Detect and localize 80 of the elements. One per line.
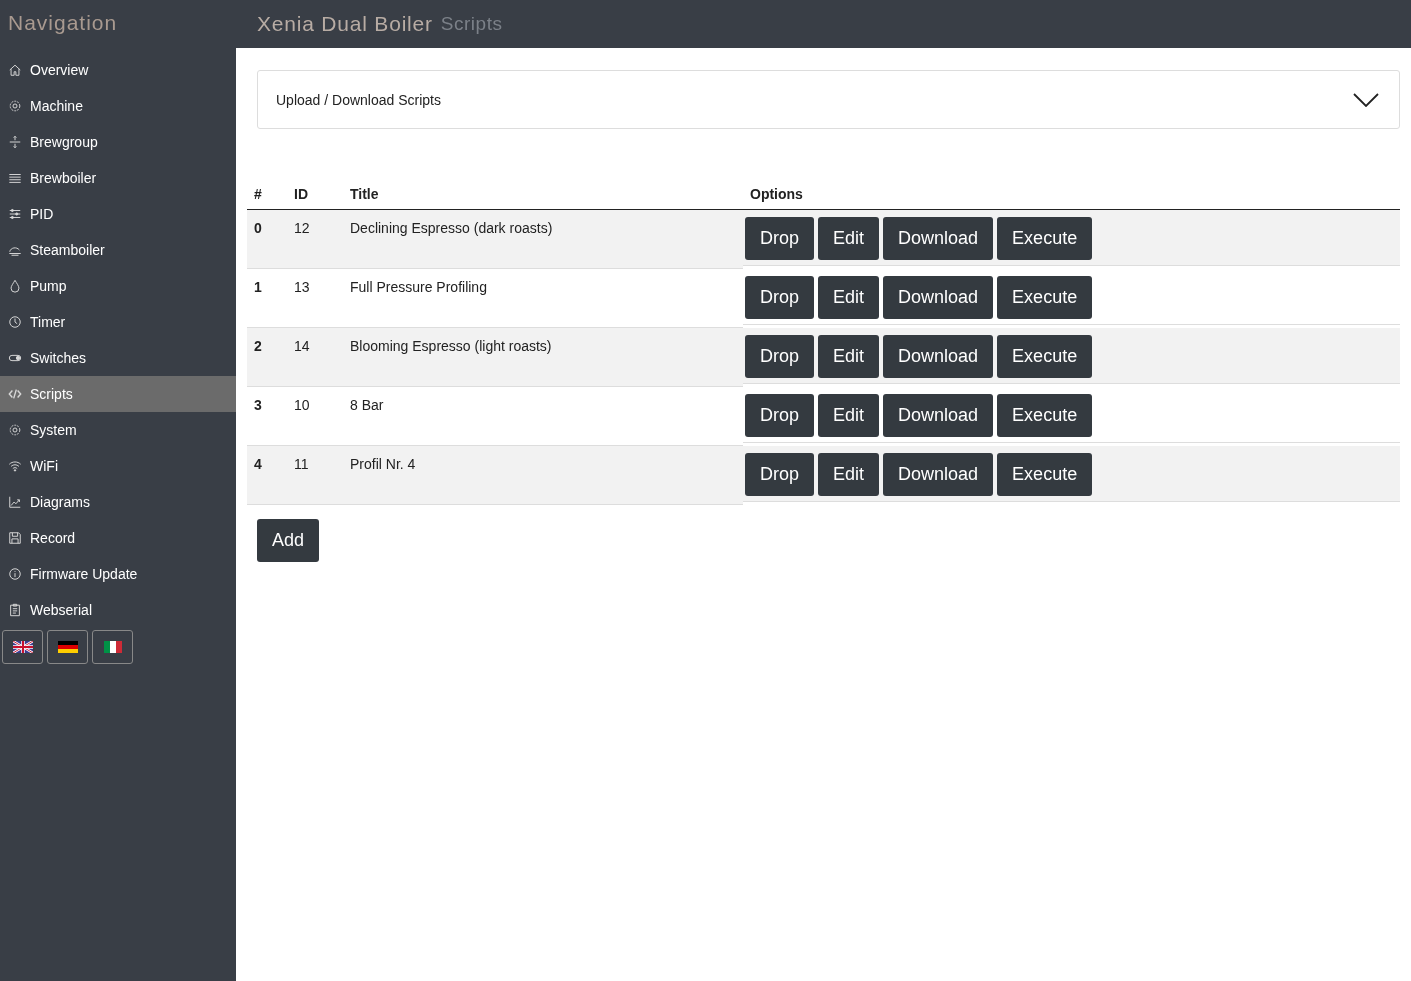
column-header: Options xyxy=(750,186,803,202)
sidebar-item[interactable]: Pump xyxy=(0,268,236,304)
drop-icon xyxy=(8,279,22,293)
sidebar-item[interactable]: Diagrams xyxy=(0,484,236,520)
table-cell: Blooming Espresso (light roasts) xyxy=(350,338,552,354)
italian-flag-icon xyxy=(103,641,122,653)
sidebar-item[interactable]: Scripts xyxy=(0,376,236,412)
sidebar-item[interactable]: PID xyxy=(0,196,236,232)
table-cell: Full Pressure Profiling xyxy=(350,279,487,295)
execute-button[interactable]: Execute xyxy=(997,452,1093,496)
sidebar-item[interactable]: Firmware Update xyxy=(0,556,236,592)
gear-icon xyxy=(8,99,22,113)
edit-button[interactable]: Edit xyxy=(818,452,880,496)
table-cell: 8 Bar xyxy=(350,397,384,413)
execute-button[interactable]: Execute xyxy=(997,217,1093,260)
gear-icon xyxy=(8,423,22,437)
table-cell: 2 xyxy=(254,338,262,354)
sidebar-item[interactable]: Webserial xyxy=(0,592,236,628)
table-cell: 4 xyxy=(254,456,262,472)
add-button[interactable]: Add xyxy=(257,519,320,562)
execute-button[interactable]: Execute xyxy=(997,334,1093,378)
drop-button[interactable]: Drop xyxy=(745,452,814,496)
column-header: Title xyxy=(350,186,379,202)
language-button[interactable] xyxy=(2,630,43,664)
edit-button[interactable]: Edit xyxy=(818,275,880,319)
sidebar-item[interactable]: Timer xyxy=(0,304,236,340)
execute-button[interactable]: Execute xyxy=(997,275,1093,319)
wifi-icon xyxy=(8,459,22,473)
language-button[interactable] xyxy=(47,630,88,664)
table-cell: Profil Nr. 4 xyxy=(350,456,416,472)
table-cell: 3 xyxy=(254,397,262,413)
sidebar-item[interactable]: Switches xyxy=(0,340,236,376)
uk-flag-icon xyxy=(12,641,33,653)
download-button[interactable]: Download xyxy=(883,275,994,319)
sidebar-item[interactable]: Steamboiler xyxy=(0,232,236,268)
accordion-header[interactable]: Upload / Download Scripts xyxy=(257,70,1400,129)
page-subtitle: Scripts xyxy=(440,13,503,35)
sidebar-item[interactable]: Record xyxy=(0,520,236,556)
language-button[interactable] xyxy=(92,630,133,664)
home-icon xyxy=(8,63,22,77)
german-flag-icon xyxy=(57,641,78,653)
table-cell: 1 xyxy=(254,279,262,295)
table-cell: 10 xyxy=(294,397,310,413)
chevron-icon xyxy=(1353,92,1379,107)
sidebar-item[interactable]: Brewgroup xyxy=(0,124,236,160)
drop-button[interactable]: Drop xyxy=(745,334,814,378)
sidebar-item[interactable]: Machine xyxy=(0,88,236,124)
download-button[interactable]: Download xyxy=(883,217,994,260)
edit-button[interactable]: Edit xyxy=(818,393,880,437)
table-cell: 13 xyxy=(294,279,310,295)
table-cell: 12 xyxy=(294,220,310,236)
sidebar-item[interactable]: System xyxy=(0,412,236,448)
table-cell: 11 xyxy=(294,456,309,472)
arrows-icon xyxy=(8,135,22,149)
drop-button[interactable]: Drop xyxy=(745,217,814,260)
table-cell: 14 xyxy=(294,338,310,354)
sidebar-item[interactable]: Brewboiler xyxy=(0,160,236,196)
column-header: ID xyxy=(294,186,308,202)
page-title: Xenia Dual Boiler xyxy=(257,12,433,36)
clock-icon xyxy=(8,315,22,329)
drop-button[interactable]: Drop xyxy=(745,393,814,437)
sidebar-item[interactable]: Overview xyxy=(0,52,236,88)
sliders-icon xyxy=(8,207,22,221)
column-header: # xyxy=(254,186,262,202)
download-button[interactable]: Download xyxy=(883,334,994,378)
chart-icon xyxy=(8,495,22,509)
table-cell: 0 xyxy=(254,220,262,236)
table-cell: Declining Espresso (dark roasts) xyxy=(350,220,553,236)
waves-icon xyxy=(8,171,22,185)
edit-button[interactable]: Edit xyxy=(818,217,880,260)
sidebar-item[interactable]: WiFi xyxy=(0,448,236,484)
drop-button[interactable]: Drop xyxy=(745,275,814,319)
download-button[interactable]: Download xyxy=(883,393,994,437)
download-button[interactable]: Download xyxy=(883,452,994,496)
sidebar-title: Navigation xyxy=(7,10,119,36)
code-icon xyxy=(8,387,22,401)
clipboard-icon xyxy=(8,603,22,617)
info-icon xyxy=(8,567,22,581)
edit-button[interactable]: Edit xyxy=(818,334,880,378)
execute-button[interactable]: Execute xyxy=(997,393,1093,437)
